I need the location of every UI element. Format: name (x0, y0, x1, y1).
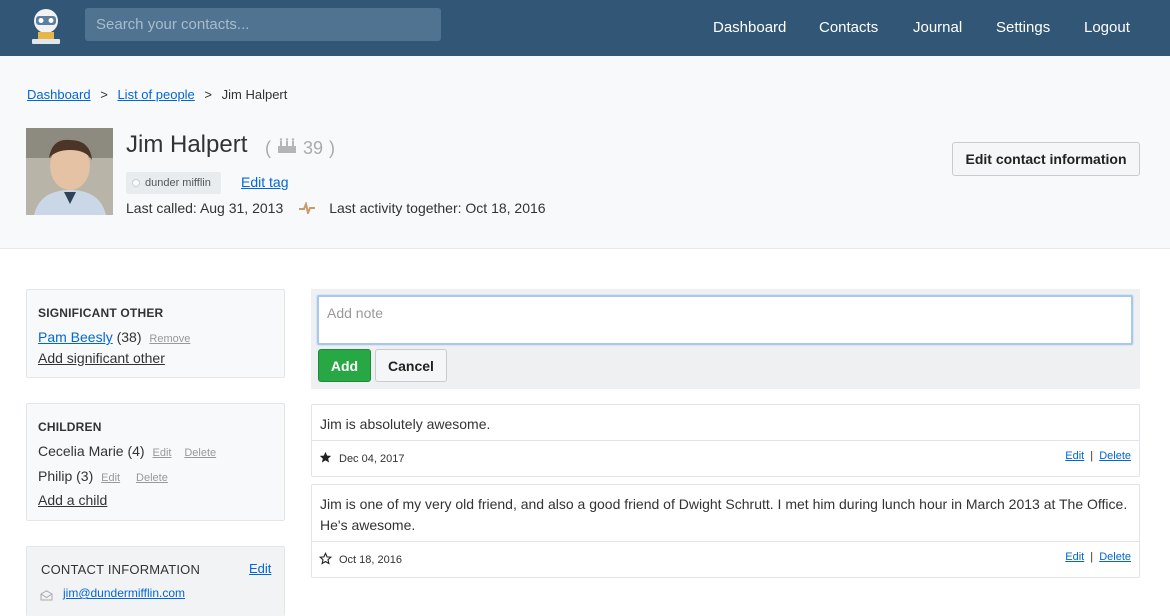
note-action-separator: | (1090, 551, 1094, 563)
contact-name: Jim Halpert (126, 131, 248, 158)
add-note-button[interactable]: Add (318, 349, 371, 382)
tag-dot-icon (132, 179, 140, 187)
birthday-cake-icon (277, 138, 297, 159)
note-text: Jim is absolutely awesome. (320, 416, 491, 432)
breadcrumb-current: Jim Halpert (221, 87, 288, 102)
children-box: CHILDREN Cecelia Marie (4) Edit Delete P… (26, 403, 285, 521)
significant-other-link[interactable]: Pam Beesly (38, 329, 113, 345)
note-action-separator: | (1090, 450, 1094, 462)
note-card: Jim is one of my very old friend, and al… (311, 484, 1140, 578)
contact-information-box: CONTACT INFORMATION Edit jim@dundermiffl… (26, 546, 285, 616)
note-actions: Edit | Delete (1065, 551, 1131, 563)
age-paren-close: ) (329, 138, 336, 158)
contact-header: Dashboard > List of people > Jim Halpert… (0, 56, 1170, 249)
note-date: Oct 18, 2016 (339, 554, 402, 566)
note-input[interactable] (317, 295, 1133, 345)
breadcrumb: Dashboard > List of people > Jim Halpert (27, 87, 287, 102)
add-significant-other-link[interactable]: Add significant other (38, 350, 165, 366)
star-filled-icon[interactable] (319, 451, 332, 469)
last-contact-line: Last called: Aug 31, 2013 Last activity … (126, 200, 546, 216)
note-footer: Dec 04, 2017 Edit | Delete (312, 440, 1139, 476)
cancel-note-button[interactable]: Cancel (375, 349, 447, 382)
add-child-link[interactable]: Add a child (38, 492, 107, 508)
app-logo-icon[interactable] (28, 6, 64, 46)
remove-significant-other-link[interactable]: Remove (149, 333, 190, 345)
significant-other-title: SIGNIFICANT OTHER (38, 306, 164, 320)
add-note-form: Add Cancel (311, 289, 1140, 389)
delete-child-link[interactable]: Delete (136, 472, 168, 484)
age-paren-open: ( (265, 138, 271, 158)
breadcrumb-separator: > (100, 87, 108, 102)
contact-age: ( 39) (265, 138, 335, 159)
breadcrumb-list-link[interactable]: List of people (117, 87, 194, 102)
significant-other-age: (38) (116, 329, 142, 345)
activity-icon (299, 202, 316, 214)
note-text: Jim is one of my very old friend, and al… (320, 496, 1128, 533)
edit-contact-information-link[interactable]: Edit (249, 561, 271, 576)
contact-email-link[interactable]: jim@dundermifflin.com (63, 586, 185, 600)
edit-child-link[interactable]: Edit (153, 447, 172, 459)
contact-information-title: CONTACT INFORMATION (41, 562, 201, 577)
search-input[interactable] (85, 8, 441, 41)
edit-tag-link[interactable]: Edit tag (241, 174, 288, 190)
nav-dashboard[interactable]: Dashboard (713, 0, 786, 56)
significant-other-row: Pam Beesly (38) Remove (38, 329, 190, 345)
contact-avatar (26, 128, 113, 215)
delete-note-link[interactable]: Delete (1099, 551, 1131, 563)
child-name: Cecelia Marie (38, 443, 124, 459)
delete-note-link[interactable]: Delete (1099, 450, 1131, 462)
significant-other-box: SIGNIFICANT OTHER Pam Beesly (38) Remove… (26, 289, 285, 378)
top-navigation-bar: Dashboard Contacts Journal Settings Logo… (0, 0, 1170, 56)
last-activity: Last activity together: Oct 18, 2016 (329, 200, 546, 216)
edit-child-link[interactable]: Edit (101, 472, 120, 484)
last-called: Last called: Aug 31, 2013 (126, 200, 284, 216)
child-row: Cecelia Marie (4) Edit Delete (38, 443, 216, 459)
child-row: Philip (3) Edit Delete (38, 468, 168, 484)
child-name: Philip (38, 468, 73, 484)
edit-note-link[interactable]: Edit (1065, 450, 1084, 462)
contact-tag[interactable]: dunder mifflin (126, 172, 221, 194)
nav-journal[interactable]: Journal (913, 0, 962, 56)
breadcrumb-separator: > (204, 87, 213, 102)
note-card: Jim is absolutely awesome. Dec 04, 2017 … (311, 404, 1140, 477)
star-outline-icon[interactable] (318, 552, 333, 570)
edit-note-link[interactable]: Edit (1065, 551, 1084, 563)
nav-logout[interactable]: Logout (1084, 0, 1130, 56)
envelope-icon (40, 588, 53, 606)
nav-settings[interactable]: Settings (996, 0, 1050, 56)
note-footer: Oct 18, 2016 Edit | Delete (312, 541, 1139, 577)
nav-contacts[interactable]: Contacts (819, 0, 878, 56)
age-value: 39 (303, 138, 324, 158)
child-age: (3) (76, 468, 94, 484)
child-age: (4) (127, 443, 145, 459)
note-date: Dec 04, 2017 (339, 453, 405, 465)
note-actions: Edit | Delete (1065, 450, 1131, 462)
breadcrumb-dashboard-link[interactable]: Dashboard (27, 87, 91, 102)
tag-label: dunder mifflin (145, 177, 211, 189)
edit-contact-button[interactable]: Edit contact information (952, 142, 1140, 176)
children-title: CHILDREN (38, 420, 102, 434)
delete-child-link[interactable]: Delete (184, 447, 216, 459)
